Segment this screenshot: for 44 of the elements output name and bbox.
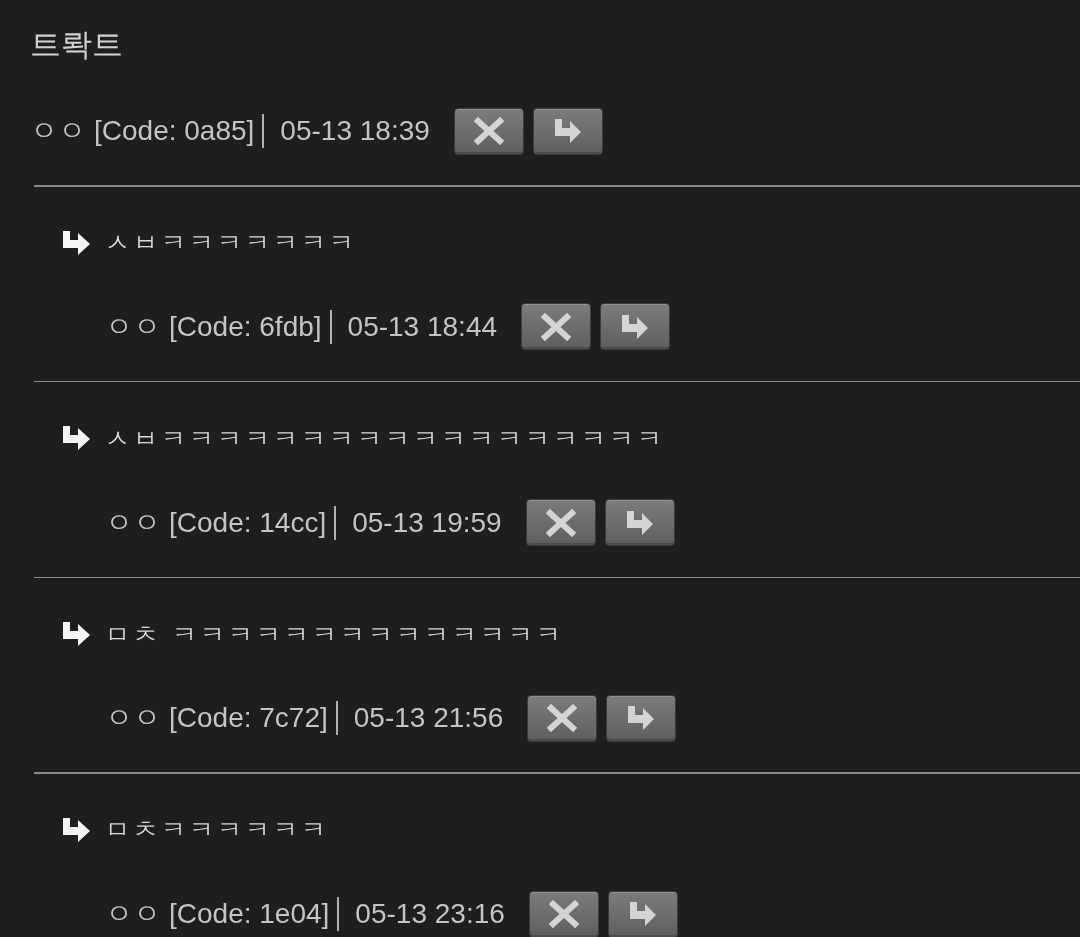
reply-button[interactable] [600,303,671,351]
delete-button[interactable] [527,694,598,742]
delete-button[interactable] [525,499,596,546]
reply-button[interactable] [532,107,603,155]
bent-arrow-icon [624,509,655,536]
close-icon [473,117,504,145]
close-icon [548,900,579,928]
close-icon [545,508,576,537]
reply-arrow-icon [62,426,91,452]
comment-date: 05-13 18:39 [280,114,430,148]
comment-date: 05-13 18:44 [347,309,498,344]
bent-arrow-icon [620,313,651,340]
user-code: [Code: 6fdb] [169,309,322,344]
author-name: ㅇㅇ [105,701,161,736]
user-code: [Code: 14cc] [169,505,327,540]
reply-button[interactable] [606,694,677,742]
bent-arrow-icon [627,901,658,927]
reply-text: ㅅㅂㅋㅋㅋㅋㅋㅋㅋ [105,227,357,260]
comment-date: 05-13 21:56 [353,701,504,736]
author-name: ㅇㅇ [105,897,161,931]
comment-date: 05-13 23:16 [355,897,505,931]
author-name: ㅇㅇ [105,505,161,540]
reply-arrow-icon [62,622,91,648]
author-name: ㅇㅇ [30,114,86,148]
user-code: [Code: 1e04] [169,897,330,931]
reply-text: ㅅㅂㅋㅋㅋㅋㅋㅋㅋㅋㅋㅋㅋㅋㅋㅋㅋㅋㅋㅋ [105,423,665,455]
section-title: 트롹트 [30,26,123,64]
bent-arrow-icon [552,118,583,144]
delete-button[interactable] [521,303,592,351]
user-code: [Code: 0a85] [94,114,255,148]
reply-button[interactable] [607,890,678,937]
author-name: ㅇㅇ [105,309,161,344]
reply-text: ㅁㅊ ㅋㅋㅋㅋㅋㅋㅋㅋㅋㅋㅋㅋㅋㅋ [105,618,564,651]
reply-button[interactable] [604,499,675,546]
reply-arrow-icon [62,818,91,843]
user-code: [Code: 7c72] [169,701,328,736]
reply-text: ㅁㅊㅋㅋㅋㅋㅋㅋ [105,814,329,847]
delete-button[interactable] [453,107,524,155]
reply-arrow-icon [62,230,91,256]
close-icon [541,312,572,341]
comment-date: 05-13 19:59 [352,505,502,540]
close-icon [547,704,578,733]
delete-button[interactable] [528,890,599,937]
bent-arrow-icon [626,705,657,732]
